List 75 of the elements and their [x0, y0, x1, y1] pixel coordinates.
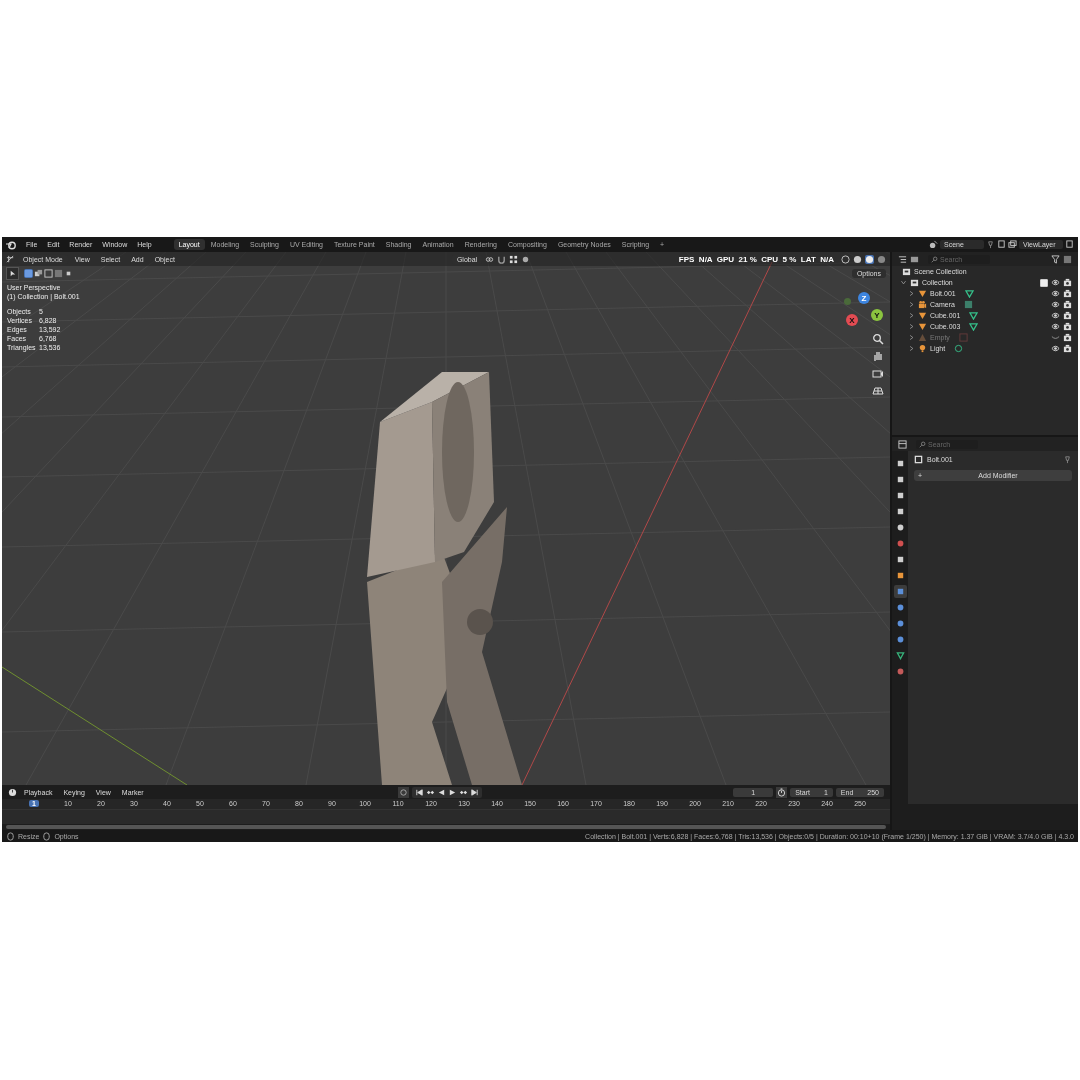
grid-icon[interactable]	[509, 254, 519, 264]
jump-start-icon[interactable]	[415, 787, 425, 797]
mesh-data-icon[interactable]	[964, 289, 974, 298]
grid-icon[interactable]	[872, 384, 884, 396]
chevron-icon[interactable]	[908, 345, 915, 352]
chevron-icon[interactable]	[908, 334, 915, 341]
list-icon[interactable]	[898, 254, 907, 264]
timeline-scrollbar[interactable]	[6, 825, 886, 829]
eye-icon[interactable]	[1051, 311, 1060, 320]
properties-tab[interactable]	[893, 649, 907, 662]
proportional-icon[interactable]	[521, 254, 531, 264]
light-data-icon[interactable]	[954, 344, 964, 353]
copy-icon[interactable]	[1065, 240, 1074, 249]
object-square-icon	[914, 455, 923, 464]
square-icon	[895, 571, 905, 580]
mouse-icon	[6, 831, 15, 841]
filter-icon[interactable]	[1051, 254, 1060, 264]
pin-icon[interactable]	[986, 240, 995, 249]
chevron-icon[interactable]	[908, 301, 915, 308]
camera-icon[interactable]	[872, 367, 884, 379]
editor-type-icon[interactable]	[898, 439, 907, 449]
eye-icon[interactable]	[1051, 278, 1060, 287]
exclude-checkbox[interactable]	[1040, 278, 1048, 287]
search-icon	[919, 440, 926, 448]
eye-icon[interactable]	[1051, 300, 1060, 309]
select-subtract-icon[interactable]	[44, 268, 53, 278]
timeline-track[interactable]	[2, 809, 890, 824]
chevron-icon[interactable]	[908, 290, 915, 297]
x-axis-ball[interactable]: X	[846, 314, 858, 326]
pin-icon[interactable]	[1063, 455, 1072, 464]
jump-end-icon[interactable]	[470, 787, 480, 797]
display-mode-icon[interactable]	[910, 254, 919, 264]
logo-icon[interactable]	[6, 239, 16, 250]
zoom-icon[interactable]	[872, 333, 884, 345]
search-icon	[931, 255, 938, 263]
stopwatch-icon[interactable]	[776, 786, 788, 798]
sphere-icon	[895, 667, 905, 676]
camera-icon[interactable]	[1063, 344, 1072, 353]
play-icon[interactable]	[448, 787, 458, 797]
hand-icon[interactable]	[872, 350, 884, 362]
z-axis-ball[interactable]: Z	[858, 292, 870, 304]
camera-data-icon[interactable]	[963, 300, 973, 309]
chevron-icon[interactable]	[900, 279, 907, 286]
solid-sphere-icon[interactable]	[853, 254, 862, 264]
select-extend-icon[interactable]	[34, 268, 43, 278]
camera-icon[interactable]	[1063, 322, 1072, 331]
camera-icon	[918, 300, 927, 309]
triangle-icon	[918, 289, 927, 298]
y-axis-ball[interactable]: Y	[871, 309, 883, 321]
cursor-tool-icon[interactable]	[6, 266, 19, 280]
editor-type-icon[interactable]	[6, 254, 15, 264]
eye-icon[interactable]	[1051, 289, 1060, 298]
clock-icon[interactable]	[8, 787, 17, 797]
wireframe-sphere-icon[interactable]	[841, 254, 850, 264]
eye-icon[interactable]	[1051, 344, 1060, 353]
eye-icon[interactable]	[1051, 322, 1060, 331]
performance-overlay: FPS N/A GPU 21 % CPU 5 % LAT N/A	[678, 254, 834, 264]
camera-icon[interactable]	[1063, 278, 1072, 287]
camera-icon[interactable]	[1063, 300, 1072, 309]
triangle-icon	[895, 651, 905, 660]
mouse-icon	[42, 831, 52, 841]
new-collection-icon[interactable]	[1063, 254, 1072, 264]
select-box-icon[interactable]	[24, 268, 33, 278]
material-sphere-icon[interactable]	[865, 254, 874, 264]
chevron-icon[interactable]	[908, 312, 915, 319]
camera-icon[interactable]	[1063, 333, 1072, 342]
copy-icon[interactable]	[997, 240, 1006, 249]
magnet-icon[interactable]	[497, 254, 507, 264]
camera-icon[interactable]	[1063, 311, 1072, 320]
rendered-sphere-icon[interactable]	[877, 254, 886, 264]
play-reverse-icon[interactable]	[437, 787, 447, 797]
chevron-icon[interactable]	[908, 323, 915, 330]
bulb-icon	[918, 344, 927, 353]
camera-icon[interactable]	[1063, 289, 1072, 298]
record-icon[interactable]	[398, 786, 410, 798]
